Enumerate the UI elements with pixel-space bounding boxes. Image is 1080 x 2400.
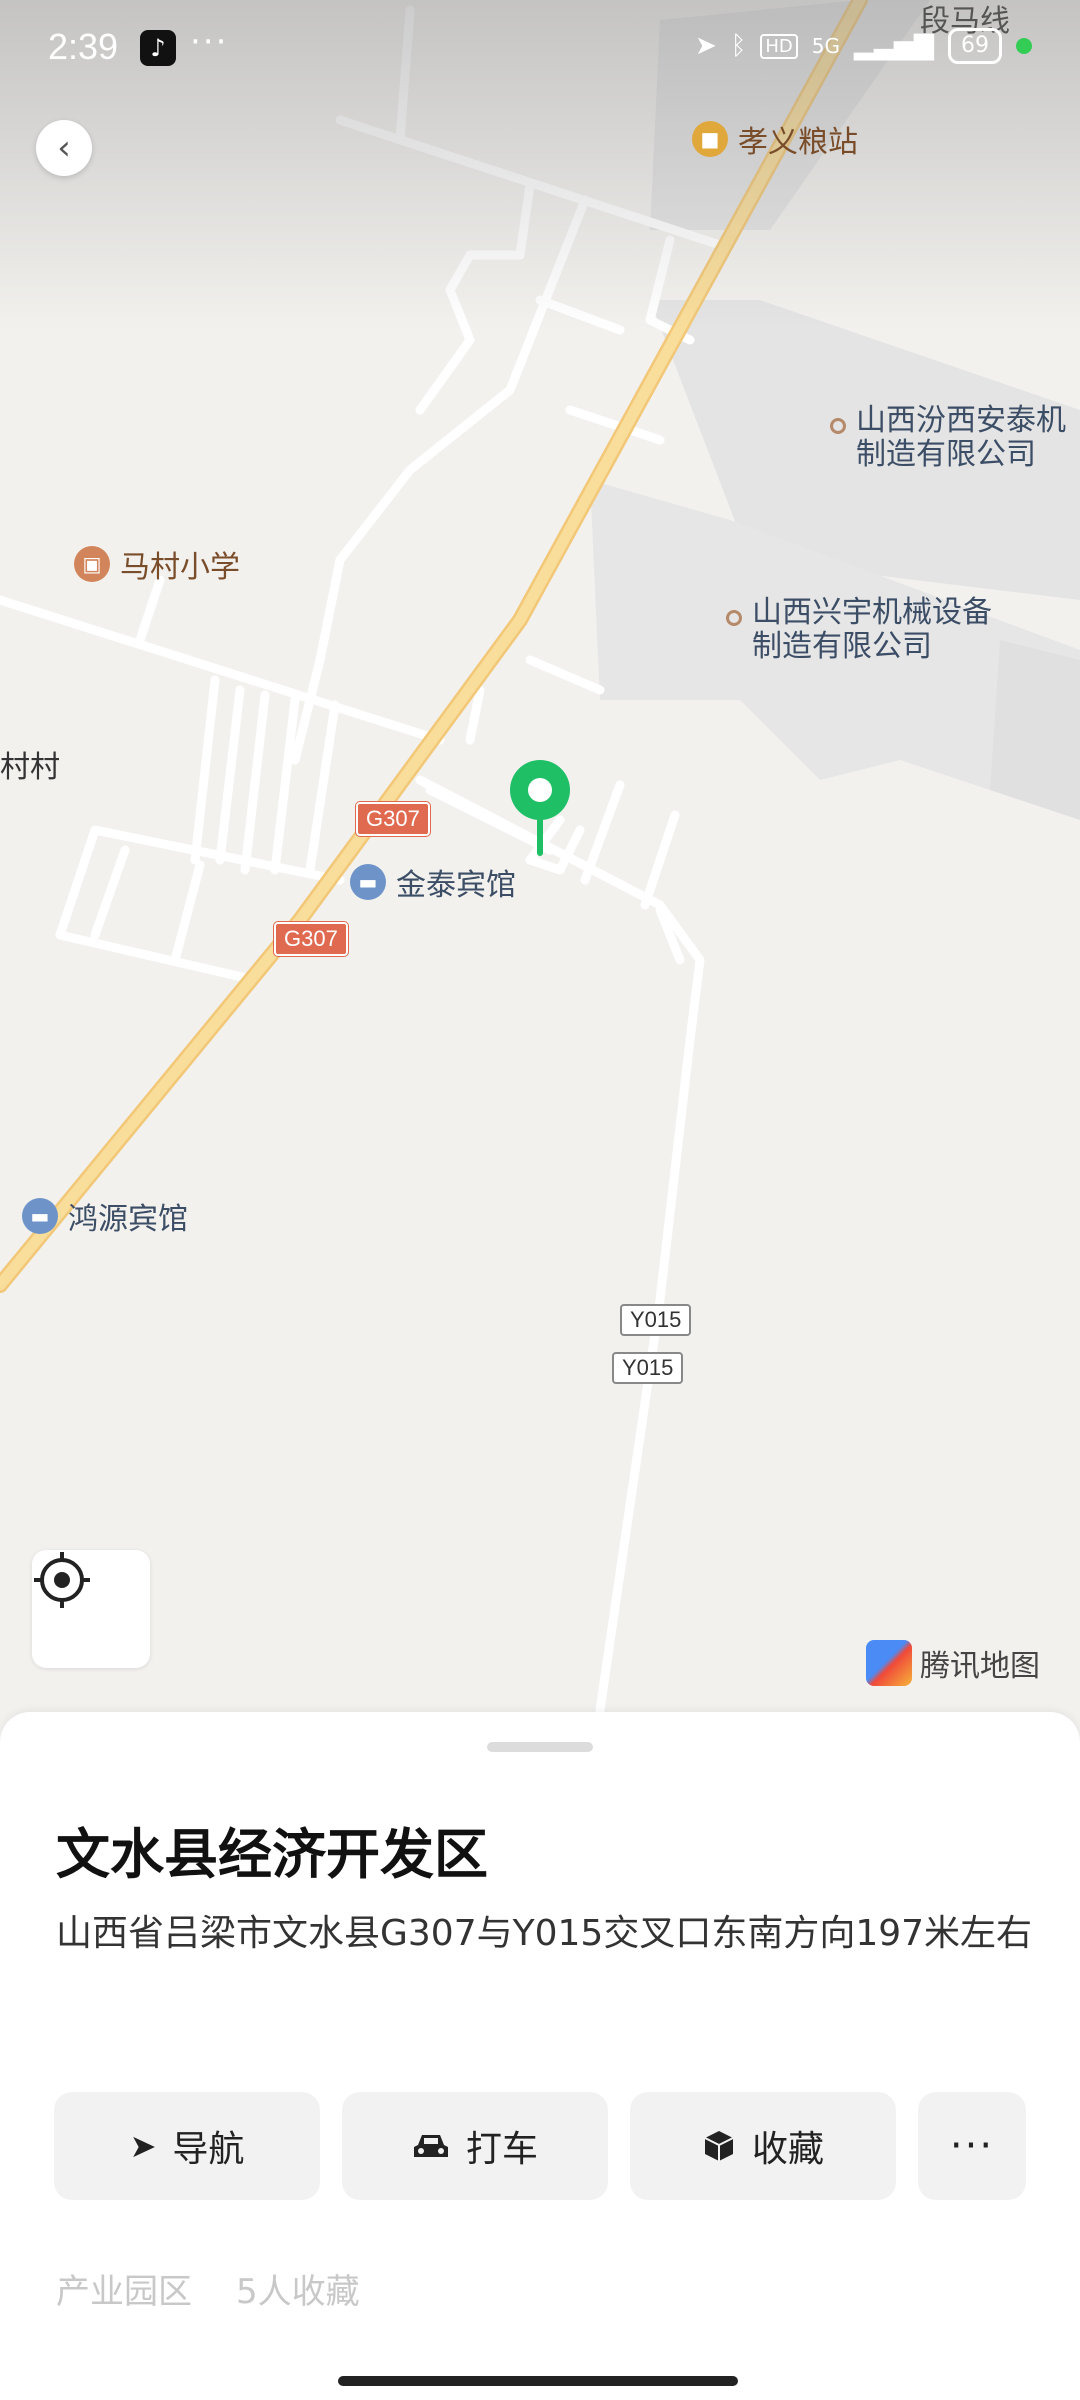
village-label: 村村 — [0, 750, 60, 785]
car-icon — [413, 2135, 448, 2157]
chevron-left-icon: ‹ — [57, 128, 71, 168]
company-dot-icon — [726, 610, 742, 626]
clock: 2:39 — [48, 26, 119, 67]
back-button[interactable]: ‹ — [36, 120, 92, 176]
taxi-label: 打车 — [465, 2129, 538, 2170]
road-shield-y015: Y015 — [620, 1304, 692, 1336]
privacy-indicator-icon — [1016, 38, 1032, 54]
brand-label: 腾讯地图 — [920, 1649, 1040, 1684]
poi-hotel-hongyuan[interactable]: ▬ 鸿源宾馆 — [22, 1194, 188, 1238]
poi-school[interactable]: ▣ 马村小学 — [74, 542, 240, 586]
poi-hotel-jintai[interactable]: ▬ 金泰宾馆 — [350, 860, 516, 904]
road-shield-y015: Y015 — [612, 1352, 684, 1384]
sheet-drag-handle[interactable] — [487, 1742, 593, 1752]
location-pin-icon[interactable] — [510, 760, 570, 856]
map-view[interactable]: 段马线 ■ 孝义粮站 ▣ 马村小学 山西汾西安泰机 制造有限公司 山西兴宇机械设… — [0, 0, 1080, 1720]
status-bar: 2:39 ♪ ··· ➤ ᛒ HD 5G ▂▃▅▇ 69 — [0, 0, 1080, 100]
poi-grain-station[interactable]: ■ 孝义粮站 — [692, 117, 858, 161]
battery-icon: 69 — [948, 28, 1002, 64]
poi-label: 马村小学 — [120, 550, 240, 585]
navigation-arrow-icon: ➤ — [129, 2127, 157, 2165]
category-label: 产业园区 — [56, 2272, 192, 2312]
tencent-map-logo-icon — [866, 1640, 912, 1686]
road-shield-g307: G307 — [274, 922, 348, 956]
road-shield-g307: G307 — [356, 802, 430, 836]
home-indicator[interactable] — [338, 2376, 738, 2386]
place-title: 文水县经济开发区 — [56, 1823, 488, 1886]
map-canvas — [0, 0, 1080, 1715]
favorites-count: 5人收藏 — [236, 2272, 360, 2312]
more-button[interactable]: ··· — [918, 2092, 1026, 2200]
location-arrow-icon: ➤ — [694, 31, 717, 61]
map-brand: 腾讯地图 — [866, 1640, 1040, 1686]
taxi-button[interactable]: 打车 — [342, 2092, 608, 2200]
poi-label: 山西兴宇机械设备 制造有限公司 — [752, 595, 992, 664]
hotel-icon: ▬ — [22, 1198, 58, 1234]
more-notifications-icon: ··· — [190, 22, 229, 62]
poi-label: 孝义粮站 — [738, 125, 858, 160]
tiktok-icon: ♪ — [140, 30, 176, 66]
cube-icon — [704, 2131, 734, 2161]
navigate-label: 导航 — [172, 2129, 245, 2170]
hotel-icon: ▬ — [350, 864, 386, 900]
place-detail-sheet[interactable]: 文水县经济开发区 山西省吕梁市文水县G307与Y015交叉口东南方向197米左右… — [0, 1712, 1080, 2400]
hd-badge: HD — [760, 33, 798, 59]
navigate-button[interactable]: ➤ 导航 — [54, 2092, 320, 2200]
action-bar: ➤ 导航 打车 收藏 ··· — [54, 2092, 1026, 2200]
network-label: 5G — [811, 34, 841, 58]
poi-label: 金泰宾馆 — [396, 868, 516, 903]
favorite-label: 收藏 — [751, 2129, 824, 2170]
grain-icon: ■ — [692, 121, 728, 157]
school-icon: ▣ — [74, 546, 110, 582]
poi-label: 鸿源宾馆 — [68, 1202, 188, 1237]
place-meta: 产业园区 5人收藏 — [56, 2264, 360, 2313]
my-location-button[interactable] — [32, 1550, 150, 1668]
poi-company-1[interactable]: 山西汾西安泰机 制造有限公司 — [830, 404, 1066, 472]
target-icon — [34, 1552, 90, 1608]
bluetooth-icon: ᛒ — [730, 31, 747, 61]
place-address: 山西省吕梁市文水县G307与Y015交叉口东南方向197米左右 — [56, 1913, 1033, 1954]
poi-company-2[interactable]: 山西兴宇机械设备 制造有限公司 — [726, 596, 992, 664]
signal-icon: ▂▃▅▇ — [854, 31, 934, 61]
more-dots-icon: ··· — [949, 2123, 995, 2169]
company-dot-icon — [830, 418, 846, 434]
favorite-button[interactable]: 收藏 — [630, 2092, 896, 2200]
poi-label: 山西汾西安泰机 制造有限公司 — [856, 403, 1066, 472]
